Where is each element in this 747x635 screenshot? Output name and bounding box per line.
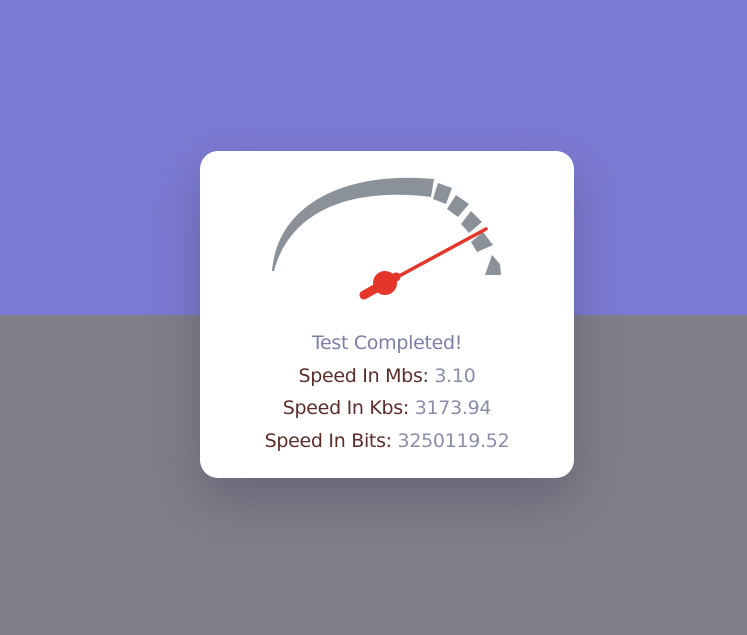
gauge-tick-2	[447, 195, 469, 217]
speed-bits-label: Speed In Bits:	[264, 429, 392, 452]
gauge-tick-5	[485, 255, 501, 275]
speedometer-gauge-icon	[272, 177, 501, 300]
test-status-text: Test Completed!	[311, 332, 463, 354]
gauge-tick-3	[461, 211, 482, 233]
speed-test-card: Test Completed! Speed In Mbs: 3.10 Speed…	[200, 151, 574, 478]
speed-kbs-row: Speed In Kbs: 3173.94	[200, 392, 574, 425]
speed-mbs-label: Speed In Mbs:	[298, 364, 429, 387]
speed-bits-value: 3250119.52	[397, 429, 510, 452]
speed-mbs-value: 3.10	[434, 364, 476, 387]
gauge-tick-1	[433, 183, 452, 204]
speed-bits-row: Speed In Bits: 3250119.52	[200, 425, 574, 458]
speed-mbs-row: Speed In Mbs: 3.10	[200, 360, 574, 393]
speed-kbs-label: Speed In Kbs:	[282, 397, 410, 419]
gauge-arc	[272, 177, 434, 271]
speed-results: Test Completed! Speed In Mbs: 3.10 Speed…	[200, 327, 574, 457]
gauge-needle-hub	[373, 271, 397, 295]
speed-kbs-value: 3173.94	[414, 397, 492, 419]
